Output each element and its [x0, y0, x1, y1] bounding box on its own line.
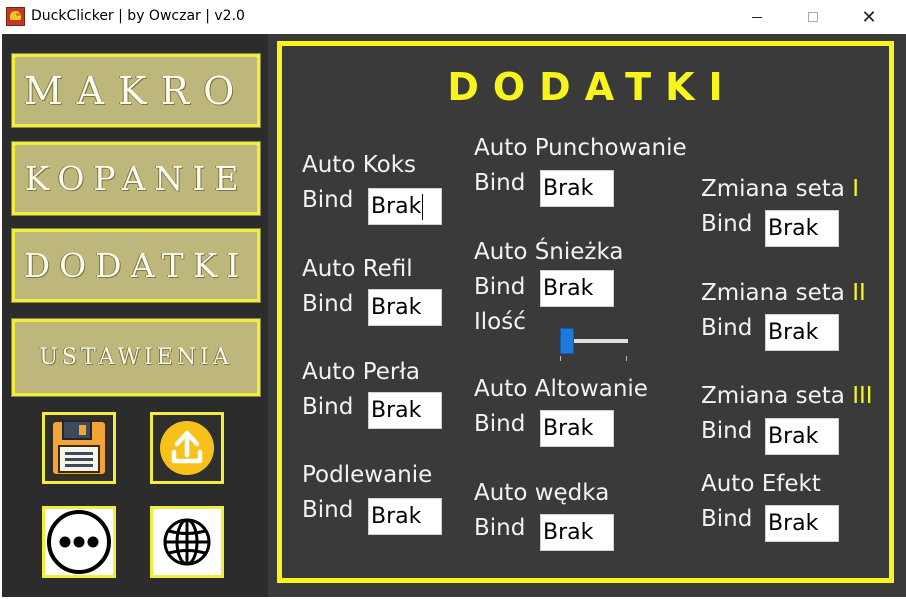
zmiana-seta-text: Zmiana seta — [701, 383, 845, 409]
podlewanie-bind-input[interactable]: Brak — [368, 498, 442, 535]
auto-refil-bind-input[interactable]: Brak — [368, 289, 442, 326]
auto-sniezka-bind-input[interactable]: Brak — [540, 270, 614, 307]
upload-button[interactable] — [150, 412, 224, 484]
auto-wedka-bind-input[interactable]: Brak — [540, 514, 614, 551]
zmiana-seta-text: Zmiana seta — [701, 280, 845, 306]
bind-label: Bind — [302, 187, 354, 213]
sidebar: MAKRO KOPANIE DODATKI USTAWIENIA — [2, 34, 268, 597]
page-title: DODATKI — [447, 65, 737, 109]
nav-button-dodatki[interactable]: DODATKI — [11, 228, 261, 303]
zmiana-seta-1-bind-input[interactable]: Brak — [765, 210, 839, 247]
bind-value: Brak — [768, 216, 819, 241]
main-panel: DODATKI Auto Koks Bind Brak Auto Refil B… — [268, 34, 906, 597]
nav-label-ustawienia: USTAWIENIA — [39, 345, 233, 370]
bind-label: Bind — [474, 411, 526, 437]
website-button[interactable] — [150, 506, 224, 578]
set-numeral: I — [852, 176, 859, 202]
more-icon — [47, 510, 111, 574]
slider-tick — [626, 356, 627, 361]
window-title: DuckClicker | by Owczar | v2.0 — [31, 8, 245, 24]
nav-button-kopanie[interactable]: KOPANIE — [11, 141, 261, 216]
bind-label: Bind — [474, 274, 526, 300]
bind-label: Bind — [302, 394, 354, 420]
globe-icon — [163, 518, 211, 566]
zmiana-seta-text: Zmiana seta — [701, 176, 845, 202]
bind-value: Brak — [543, 176, 594, 201]
bind-value: Brak — [371, 398, 422, 423]
set-numeral: III — [852, 383, 873, 409]
upload-icon — [160, 421, 214, 475]
auto-altowanie-bind-input[interactable]: Brak — [540, 410, 614, 447]
auto-altowanie-label: Auto Altowanie — [474, 376, 648, 402]
amount-label: Ilość — [474, 309, 526, 335]
slider-thumb[interactable] — [560, 328, 574, 354]
zmiana-seta-1-label: Zmiana seta I — [701, 176, 859, 202]
bind-value: Brak — [543, 416, 594, 441]
save-icon — [51, 420, 107, 476]
close-icon: ✕ — [861, 6, 877, 28]
bind-value: Brak — [371, 504, 422, 529]
bind-value: Brak — [371, 295, 422, 320]
maximize-icon — [808, 12, 818, 22]
text-caret — [422, 193, 424, 220]
save-button[interactable] — [42, 412, 116, 484]
auto-punchowanie-label: Auto Punchowanie — [474, 135, 687, 161]
auto-koks-label: Auto Koks — [302, 152, 417, 178]
bind-label: Bind — [701, 418, 753, 444]
bind-label: Bind — [474, 515, 526, 541]
auto-sniezka-label: Auto Śnieżka — [474, 239, 624, 265]
nav-button-makro[interactable]: MAKRO — [11, 53, 261, 128]
bind-label: Bind — [302, 497, 354, 523]
bind-value: Brak — [543, 276, 594, 301]
snowball-amount-slider[interactable] — [558, 322, 628, 362]
bind-label: Bind — [701, 315, 753, 341]
bind-label: Bind — [701, 211, 753, 237]
slider-tick — [560, 356, 561, 361]
zmiana-seta-2-label: Zmiana seta II — [701, 280, 866, 306]
bind-value: Brak — [371, 194, 422, 219]
bind-label: Bind — [302, 291, 354, 317]
duck-app-icon — [6, 7, 25, 26]
bind-value: Brak — [768, 511, 819, 536]
bind-label: Bind — [701, 506, 753, 532]
bind-value: Brak — [543, 520, 594, 545]
zmiana-seta-2-bind-input[interactable]: Brak — [765, 314, 839, 351]
nav-label-kopanie: KOPANIE — [24, 159, 248, 198]
nav-label-makro: MAKRO — [23, 68, 249, 113]
set-numeral: II — [852, 280, 866, 306]
bind-label: Bind — [474, 170, 526, 196]
zmiana-seta-3-label: Zmiana seta III — [701, 383, 873, 409]
podlewanie-label: Podlewanie — [302, 462, 433, 488]
panel-frame: DODATKI Auto Koks Bind Brak Auto Refil B… — [277, 41, 894, 583]
auto-refil-label: Auto Refil — [302, 256, 413, 282]
maximize-button[interactable] — [790, 0, 836, 34]
nav-button-ustawienia[interactable]: USTAWIENIA — [11, 318, 261, 397]
close-button[interactable]: ✕ — [846, 0, 892, 34]
minimize-icon — [752, 16, 762, 18]
title-bar: DuckClicker | by Owczar | v2.0 ✕ — [0, 0, 906, 34]
more-button[interactable] — [42, 506, 116, 578]
zmiana-seta-3-bind-input[interactable]: Brak — [765, 418, 839, 455]
auto-efekt-bind-input[interactable]: Brak — [765, 505, 839, 542]
auto-wedka-label: Auto wędka — [474, 480, 610, 506]
minimize-button[interactable] — [734, 0, 780, 34]
bind-value: Brak — [768, 320, 819, 345]
auto-efekt-label: Auto Efekt — [701, 471, 821, 497]
auto-koks-bind-input[interactable]: Brak — [368, 188, 442, 225]
bind-value: Brak — [768, 424, 819, 449]
auto-perla-bind-input[interactable]: Brak — [368, 392, 442, 429]
auto-perla-label: Auto Perła — [302, 359, 420, 385]
auto-punchowanie-bind-input[interactable]: Brak — [540, 170, 614, 207]
nav-label-dodatki: DODATKI — [23, 246, 249, 285]
